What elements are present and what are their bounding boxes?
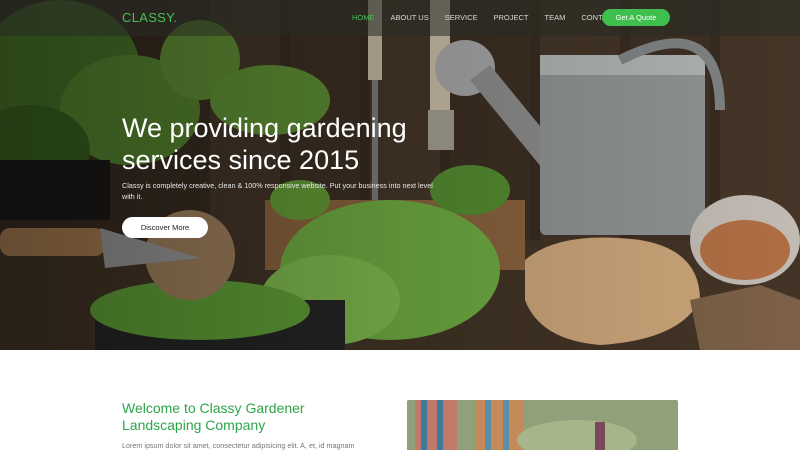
get-a-quote-button[interactable]: Get A Quote [602,9,670,26]
brand-logo[interactable]: CLASSY. [122,10,177,25]
nav-item-project[interactable]: PROJECT [494,13,529,22]
nav-item-about-us[interactable]: ABOUT US [391,13,429,22]
navbar: CLASSY. HOME ABOUT US SERVICE PROJECT TE… [0,0,800,36]
main-nav: HOME ABOUT US SERVICE PROJECT TEAM CONTA… [352,13,633,22]
nav-item-service[interactable]: SERVICE [445,13,478,22]
welcome-title: Welcome to Classy Gardener Landscaping C… [122,400,305,433]
discover-more-button[interactable]: Discover More [122,217,208,238]
hero-title: We providing gardening services since 20… [122,113,407,175]
welcome-text: Lorem ipsum dolor sit amet, consectetur … [122,441,355,450]
nav-item-team[interactable]: TEAM [545,13,566,22]
welcome-image-graphic [407,400,678,450]
hero-description: Classy is completely creative, clean & 1… [122,181,433,201]
nav-item-home[interactable]: HOME [352,13,375,22]
hero-section: CLASSY. HOME ABOUT US SERVICE PROJECT TE… [0,0,800,350]
welcome-image [407,400,678,450]
